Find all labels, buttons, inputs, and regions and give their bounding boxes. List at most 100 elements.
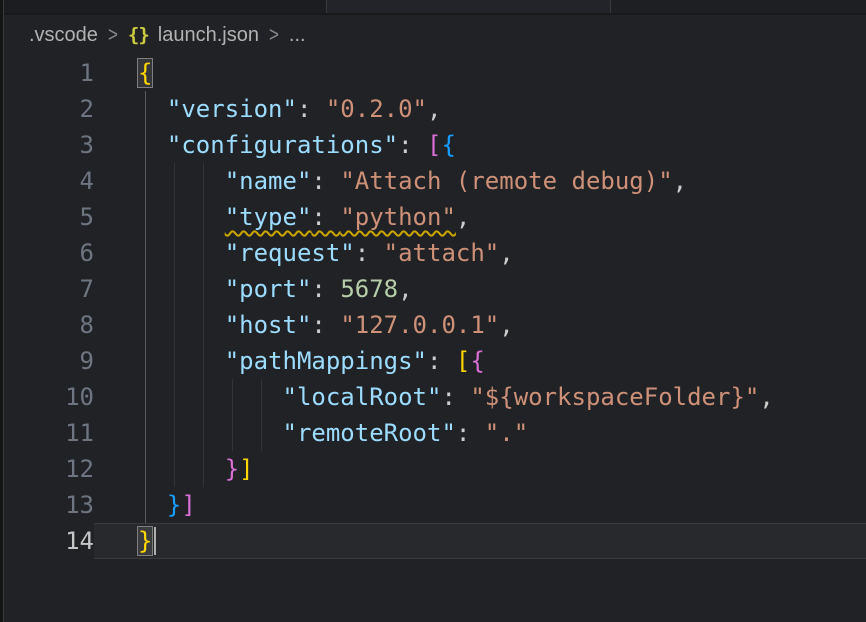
code-content[interactable]: "pathMappings": [{ (94, 343, 866, 379)
indent-guide (232, 415, 233, 451)
code-line: 10 "localRoot": "${workspaceFolder}", (4, 379, 866, 415)
token: "localRoot" (283, 383, 442, 411)
line-number: 14 (4, 523, 94, 559)
token: 5678 (340, 275, 398, 303)
token (138, 203, 225, 231)
token: "configurations" (167, 131, 398, 159)
token: : (456, 419, 485, 447)
indent-guide (203, 235, 204, 271)
tab-bar-empty-space (610, 0, 866, 13)
breadcrumb-symbol[interactable]: ... (289, 24, 306, 47)
token: , (673, 167, 687, 195)
indent-guide (174, 379, 175, 415)
token (138, 167, 225, 195)
token: { (470, 347, 484, 375)
indent-guide (145, 307, 146, 343)
indent-guide (174, 343, 175, 379)
line-number: 3 (4, 127, 94, 163)
breadcrumb: .vscode > {} launch.json > ... (4, 15, 866, 55)
token: , (427, 95, 441, 123)
code-content[interactable]: "type": "python", (94, 199, 866, 235)
code-line: 4 "name": "Attach (remote debug)", (4, 163, 866, 199)
code-line: 6 "request": "attach", (4, 235, 866, 271)
token: : (355, 239, 384, 267)
token: "version" (167, 95, 297, 123)
token: "remoteRoot" (283, 419, 456, 447)
breadcrumb-folder[interactable]: .vscode (29, 24, 98, 47)
line-number: 9 (4, 343, 94, 379)
json-file-icon: {} (128, 24, 149, 46)
code-content[interactable]: "remoteRoot": "." (94, 415, 866, 451)
code-content[interactable]: "port": 5678, (94, 271, 866, 307)
indent-guide (203, 379, 204, 415)
token: : (427, 347, 456, 375)
code-content[interactable]: "request": "attach", (94, 235, 866, 271)
code-content[interactable]: { (94, 55, 866, 91)
token: : (311, 275, 340, 303)
code-content[interactable]: "configurations": [{ (94, 127, 866, 163)
line-number: 12 (4, 451, 94, 487)
token (138, 491, 167, 519)
code-line: 2 "version": "0.2.0", (4, 91, 866, 127)
token: "type": "python" (225, 203, 456, 231)
token: "type" (225, 203, 312, 231)
token: "attach" (384, 239, 500, 267)
line-number: 1 (4, 55, 94, 91)
code-content[interactable]: }] (94, 487, 866, 523)
indent-guide (261, 379, 262, 415)
token: : (311, 167, 340, 195)
token: , (499, 239, 513, 267)
line-number: 7 (4, 271, 94, 307)
indent-guide (174, 199, 175, 235)
indent-guide (174, 451, 175, 487)
token (138, 311, 225, 339)
line-number: 11 (4, 415, 94, 451)
token (138, 95, 167, 123)
token: ] (239, 455, 253, 483)
tab-bar (4, 0, 866, 15)
indent-guide (145, 91, 146, 127)
token: : (398, 131, 427, 159)
code-line: 13 }] (4, 487, 866, 523)
indent-guide (145, 127, 146, 163)
indent-guide (203, 271, 204, 307)
token: ] (181, 491, 195, 519)
indent-guide (232, 379, 233, 415)
indent-guide (145, 235, 146, 271)
code-content[interactable]: "host": "127.0.0.1", (94, 307, 866, 343)
token: } (225, 455, 239, 483)
indent-guide (174, 235, 175, 271)
code-content[interactable]: } (94, 523, 866, 559)
token: "pathMappings" (225, 347, 427, 375)
code-content[interactable]: "localRoot": "${workspaceFolder}", (94, 379, 866, 415)
code-line: 8 "host": "127.0.0.1", (4, 307, 866, 343)
token: "${workspaceFolder}" (470, 383, 759, 411)
indent-guide (145, 271, 146, 307)
indent-guide (261, 415, 262, 451)
token: : (311, 311, 340, 339)
tab-strip-segment[interactable] (326, 0, 610, 13)
code-content[interactable]: }] (94, 451, 866, 487)
code-content[interactable]: "version": "0.2.0", (94, 91, 866, 127)
token: , (398, 275, 412, 303)
line-number: 8 (4, 307, 94, 343)
line-number: 5 (4, 199, 94, 235)
indent-guide (203, 451, 204, 487)
indent-guide (145, 415, 146, 451)
token (138, 239, 225, 267)
code-content[interactable]: "name": "Attach (remote debug)", (94, 163, 866, 199)
line-number: 4 (4, 163, 94, 199)
token: "name" (225, 167, 312, 195)
tab-strip-segment[interactable] (4, 0, 326, 13)
line-number: 2 (4, 91, 94, 127)
indent-guide (203, 307, 204, 343)
token: "python" (340, 203, 456, 231)
token: [ (456, 347, 470, 375)
indent-guide (145, 487, 146, 523)
line-number: 10 (4, 379, 94, 415)
code-line: 3 "configurations": [{ (4, 127, 866, 163)
breadcrumb-file[interactable]: launch.json (158, 24, 259, 47)
token (138, 275, 225, 303)
indent-guide (145, 163, 146, 199)
indent-guide (145, 451, 146, 487)
